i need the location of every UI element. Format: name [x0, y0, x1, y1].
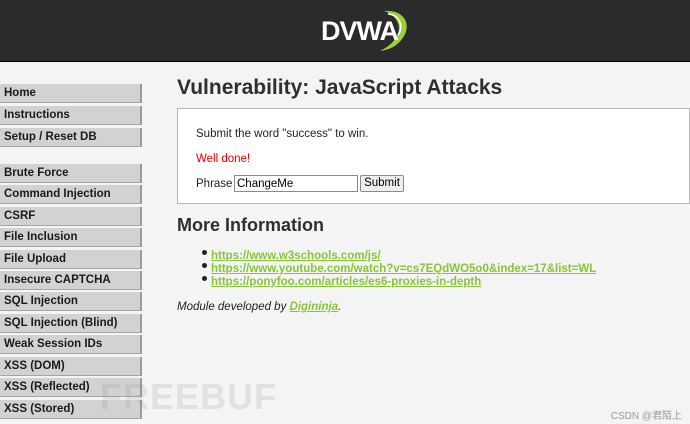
sidebar-item-command-injection[interactable]: Command Injection	[0, 185, 142, 204]
vulnerable-code-area: Submit the word "success" to win. Well d…	[177, 108, 690, 204]
sidebar-item-file-upload[interactable]: File Upload	[0, 250, 142, 269]
logo-text: DVWA	[321, 16, 399, 46]
module-credit: Module developed by Digininja.	[177, 301, 341, 313]
sidebar-item-weak-session-ids[interactable]: Weak Session IDs	[0, 335, 142, 354]
credit-prefix: Module developed by	[177, 301, 290, 313]
dvwa-logo: DVWA	[318, 5, 414, 55]
success-message: Well done!	[196, 153, 251, 165]
sidebar-item-setup-reset-db[interactable]: Setup / Reset DB	[0, 128, 142, 147]
sidebar-item-home[interactable]: Home	[0, 84, 142, 103]
instruction-text: Submit the word "success" to win.	[196, 128, 369, 140]
sidebar-item-sql-injection-blind[interactable]: SQL Injection (Blind)	[0, 314, 142, 333]
sidebar-item-xss-dom[interactable]: XSS (DOM)	[0, 357, 142, 376]
csdn-watermark: CSDN @君陌上	[610, 411, 682, 422]
author-link[interactable]: Digininja	[290, 301, 339, 313]
list-item: https://www.w3schools.com/js/	[202, 246, 596, 262]
freebuf-watermark: FREEBUF	[100, 376, 277, 417]
sidebar-item-file-inclusion[interactable]: File Inclusion	[0, 228, 142, 247]
link-ponyfoo[interactable]: https://ponyfoo.com/articles/es6-proxies…	[211, 276, 481, 288]
sidebar-item-insecure-captcha[interactable]: Insecure CAPTCHA	[0, 271, 142, 290]
phrase-label: Phrase	[196, 178, 233, 190]
list-item: https://ponyfoo.com/articles/es6-proxies…	[202, 272, 596, 288]
sidebar-item-csrf[interactable]: CSRF	[0, 207, 142, 226]
header-bar: DVWA	[0, 0, 690, 62]
sidebar-item-sql-injection[interactable]: SQL Injection	[0, 292, 142, 311]
credit-suffix: .	[338, 301, 342, 313]
reference-links-list: https://www.w3schools.com/js/ https://ww…	[202, 246, 596, 288]
sidebar-item-brute-force[interactable]: Brute Force	[0, 164, 142, 183]
page-title: Vulnerability: JavaScript Attacks	[177, 76, 503, 99]
phrase-input[interactable]	[234, 175, 358, 192]
list-item: https://www.youtube.com/watch?v=cs7EQdWO…	[202, 259, 596, 275]
submit-button[interactable]: Submit	[360, 175, 404, 192]
sidebar-item-instructions[interactable]: Instructions	[0, 106, 142, 125]
more-information-heading: More Information	[177, 215, 324, 235]
